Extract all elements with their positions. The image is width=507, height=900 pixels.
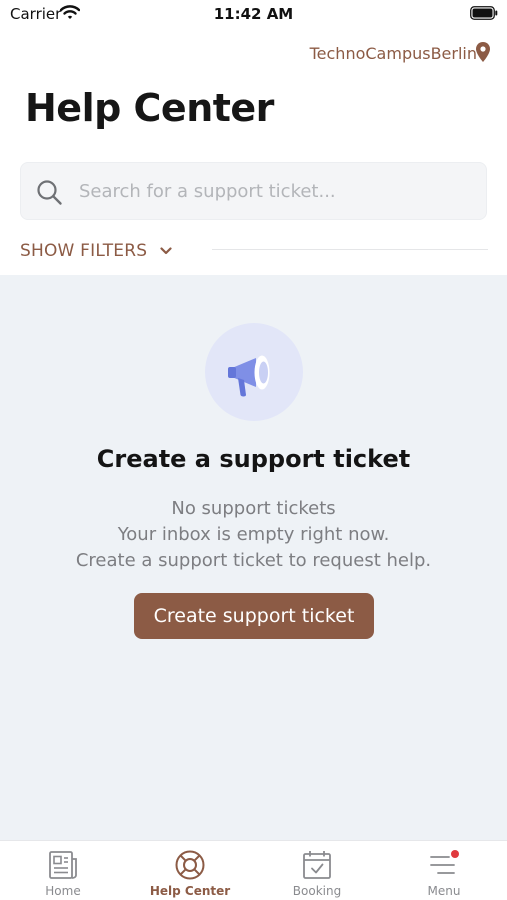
- empty-state-message-line: No support tickets: [171, 498, 336, 519]
- tab-menu[interactable]: Menu: [381, 841, 507, 900]
- lifebuoy-icon: [175, 850, 205, 880]
- calendar-check-icon: [303, 851, 331, 879]
- battery-icon: [470, 6, 498, 20]
- megaphone-icon: [228, 355, 270, 397]
- search-icon: [37, 180, 62, 205]
- status-bar: Carrier 11:42 AM: [0, 0, 507, 30]
- clock: 11:42 AM: [213, 5, 294, 23]
- tab-label: Home: [45, 884, 81, 898]
- chevron-down-icon: [160, 247, 172, 255]
- search-input[interactable]: [79, 163, 469, 219]
- filters-divider: [212, 249, 488, 250]
- empty-state-panel: Create a support ticket No support ticke…: [0, 275, 507, 840]
- page-title: Help Center: [25, 86, 274, 130]
- tab-label: Menu: [427, 884, 461, 898]
- newspaper-icon: [49, 851, 77, 879]
- notification-badge: [451, 850, 459, 858]
- search-bar[interactable]: [20, 162, 487, 220]
- empty-state-title: Create a support ticket: [96, 445, 411, 473]
- show-filters-label: SHOW FILTERS: [20, 241, 148, 261]
- empty-state-message-line: Create a support ticket to request help.: [75, 550, 432, 571]
- bottom-tab-bar: Home Help Center Booking Menu: [0, 840, 507, 900]
- show-filters-toggle[interactable]: SHOW FILTERS: [20, 240, 172, 262]
- location-pin-icon[interactable]: [476, 42, 490, 62]
- menu-icon: [430, 850, 459, 874]
- location-selector[interactable]: TechnoCampusBerlin: [310, 44, 477, 63]
- create-support-ticket-button[interactable]: Create support ticket: [134, 593, 374, 639]
- tab-label: Help Center: [149, 884, 231, 898]
- tab-booking[interactable]: Booking: [254, 841, 380, 900]
- empty-state-message-line: Your inbox is empty right now.: [117, 524, 390, 545]
- megaphone-illustration: [205, 323, 303, 421]
- tab-help-center[interactable]: Help Center: [127, 841, 253, 900]
- tab-label: Booking: [292, 884, 342, 898]
- tab-home[interactable]: Home: [0, 841, 126, 900]
